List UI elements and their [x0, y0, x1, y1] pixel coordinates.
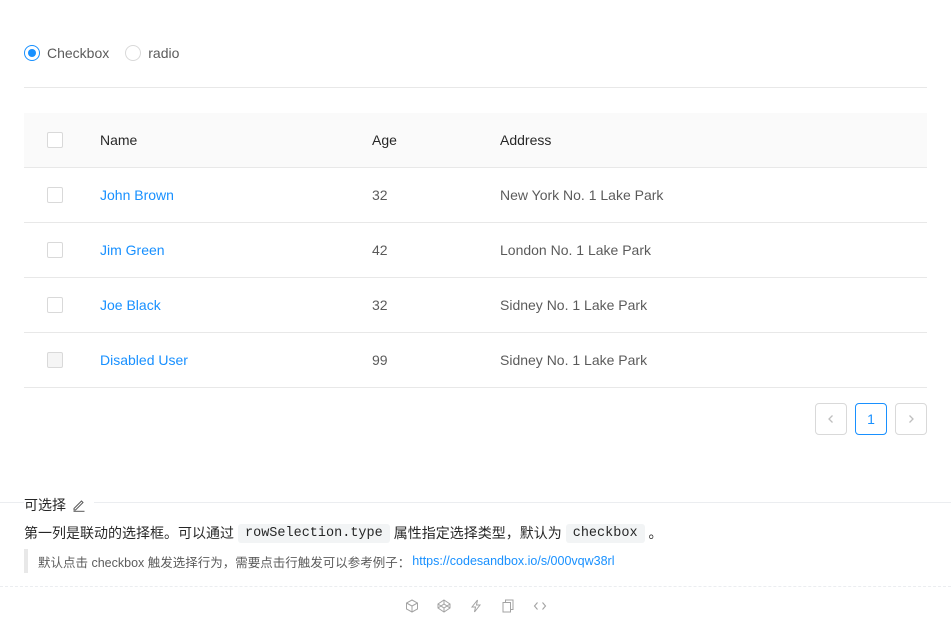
edit-icon[interactable]	[72, 498, 86, 512]
codesandbox-icon[interactable]	[404, 598, 420, 614]
radio-checkbox-option[interactable]: Checkbox	[24, 45, 117, 61]
row-checkbox-disabled	[47, 352, 63, 368]
desc-code-checkbox: checkbox	[565, 523, 645, 543]
row-checkbox[interactable]	[47, 242, 63, 258]
codepen-icon[interactable]	[436, 598, 452, 614]
desc-text-1: 第一列是联动的选择框。可以通过	[24, 525, 234, 541]
radio-radio-label: radio	[148, 45, 180, 61]
demo-title: 可选择	[24, 495, 94, 515]
column-header-name: Name	[100, 132, 138, 148]
row-select-cell	[24, 297, 100, 313]
row-name-link[interactable]: Disabled User	[100, 352, 188, 368]
table-header: Name Age Address	[24, 113, 927, 168]
row-select-cell	[24, 352, 100, 368]
row-address: New York No. 1 Lake Park	[500, 187, 664, 203]
pagination: 1	[815, 403, 927, 435]
row-select-cell	[24, 187, 100, 203]
radio-checkbox-label: Checkbox	[47, 45, 110, 61]
row-age: 32	[372, 297, 388, 313]
radio-radio-option[interactable]: radio	[125, 45, 187, 61]
chevron-left-icon	[828, 415, 833, 423]
table-row[interactable]: Joe Black 32 Sidney No. 1 Lake Park	[24, 278, 927, 333]
divider	[24, 87, 927, 88]
row-checkbox[interactable]	[47, 297, 63, 313]
data-table: Name Age Address John Brown 32 New York …	[24, 113, 927, 388]
table-row[interactable]: Jim Green 42 London No. 1 Lake Park	[24, 223, 927, 278]
page-1-button[interactable]: 1	[855, 403, 887, 435]
radio-checked-icon[interactable]	[24, 45, 40, 61]
copy-icon[interactable]	[500, 598, 516, 614]
expand-code-icon[interactable]	[532, 598, 548, 614]
demo-description: 第一列是联动的选择框。可以通过 rowSelection.type 属性指定选择…	[24, 523, 663, 543]
chevron-right-icon	[909, 415, 914, 423]
demo-divider	[0, 502, 951, 503]
row-name-link[interactable]: Jim Green	[100, 242, 165, 258]
next-page-button[interactable]	[895, 403, 927, 435]
table-row[interactable]: John Brown 32 New York No. 1 Lake Park	[24, 168, 927, 223]
code-actions	[0, 598, 951, 614]
demo-title-text: 可选择	[24, 497, 66, 513]
desc-text-2: 属性指定选择类型，默认为	[393, 525, 562, 541]
thunderbolt-icon[interactable]	[468, 598, 484, 614]
note-text: 默认点击 checkbox 触发选择行为，需要点击行触发可以参考例子：	[38, 555, 411, 570]
header-select-cell	[24, 132, 100, 148]
prev-page-button[interactable]	[815, 403, 847, 435]
actions-divider	[0, 586, 951, 587]
desc-text-3: 。	[648, 525, 663, 541]
selection-type-radio-group: Checkbox radio	[24, 44, 195, 62]
codesandbox-link[interactable]: https://codesandbox.io/s/000vqw38rl	[412, 554, 614, 568]
row-address: London No. 1 Lake Park	[500, 242, 651, 258]
select-all-checkbox[interactable]	[47, 132, 63, 148]
row-age: 99	[372, 352, 388, 368]
column-header-address: Address	[500, 132, 552, 148]
desc-code-rowselection-type: rowSelection.type	[238, 523, 390, 543]
demo-note-blockquote: 默认点击 checkbox 触发选择行为，需要点击行触发可以参考例子： http…	[24, 549, 614, 573]
row-name-link[interactable]: Joe Black	[100, 297, 161, 313]
radio-unchecked-icon[interactable]	[125, 45, 142, 61]
table-row[interactable]: Disabled User 99 Sidney No. 1 Lake Park	[24, 333, 927, 388]
row-age: 32	[372, 187, 388, 203]
row-address: Sidney No. 1 Lake Park	[500, 297, 648, 313]
row-age: 42	[372, 242, 388, 258]
row-address: Sidney No. 1 Lake Park	[500, 352, 648, 368]
row-select-cell	[24, 242, 100, 258]
row-checkbox[interactable]	[47, 187, 63, 203]
column-header-age: Age	[372, 132, 397, 148]
row-name-link[interactable]: John Brown	[100, 187, 174, 203]
